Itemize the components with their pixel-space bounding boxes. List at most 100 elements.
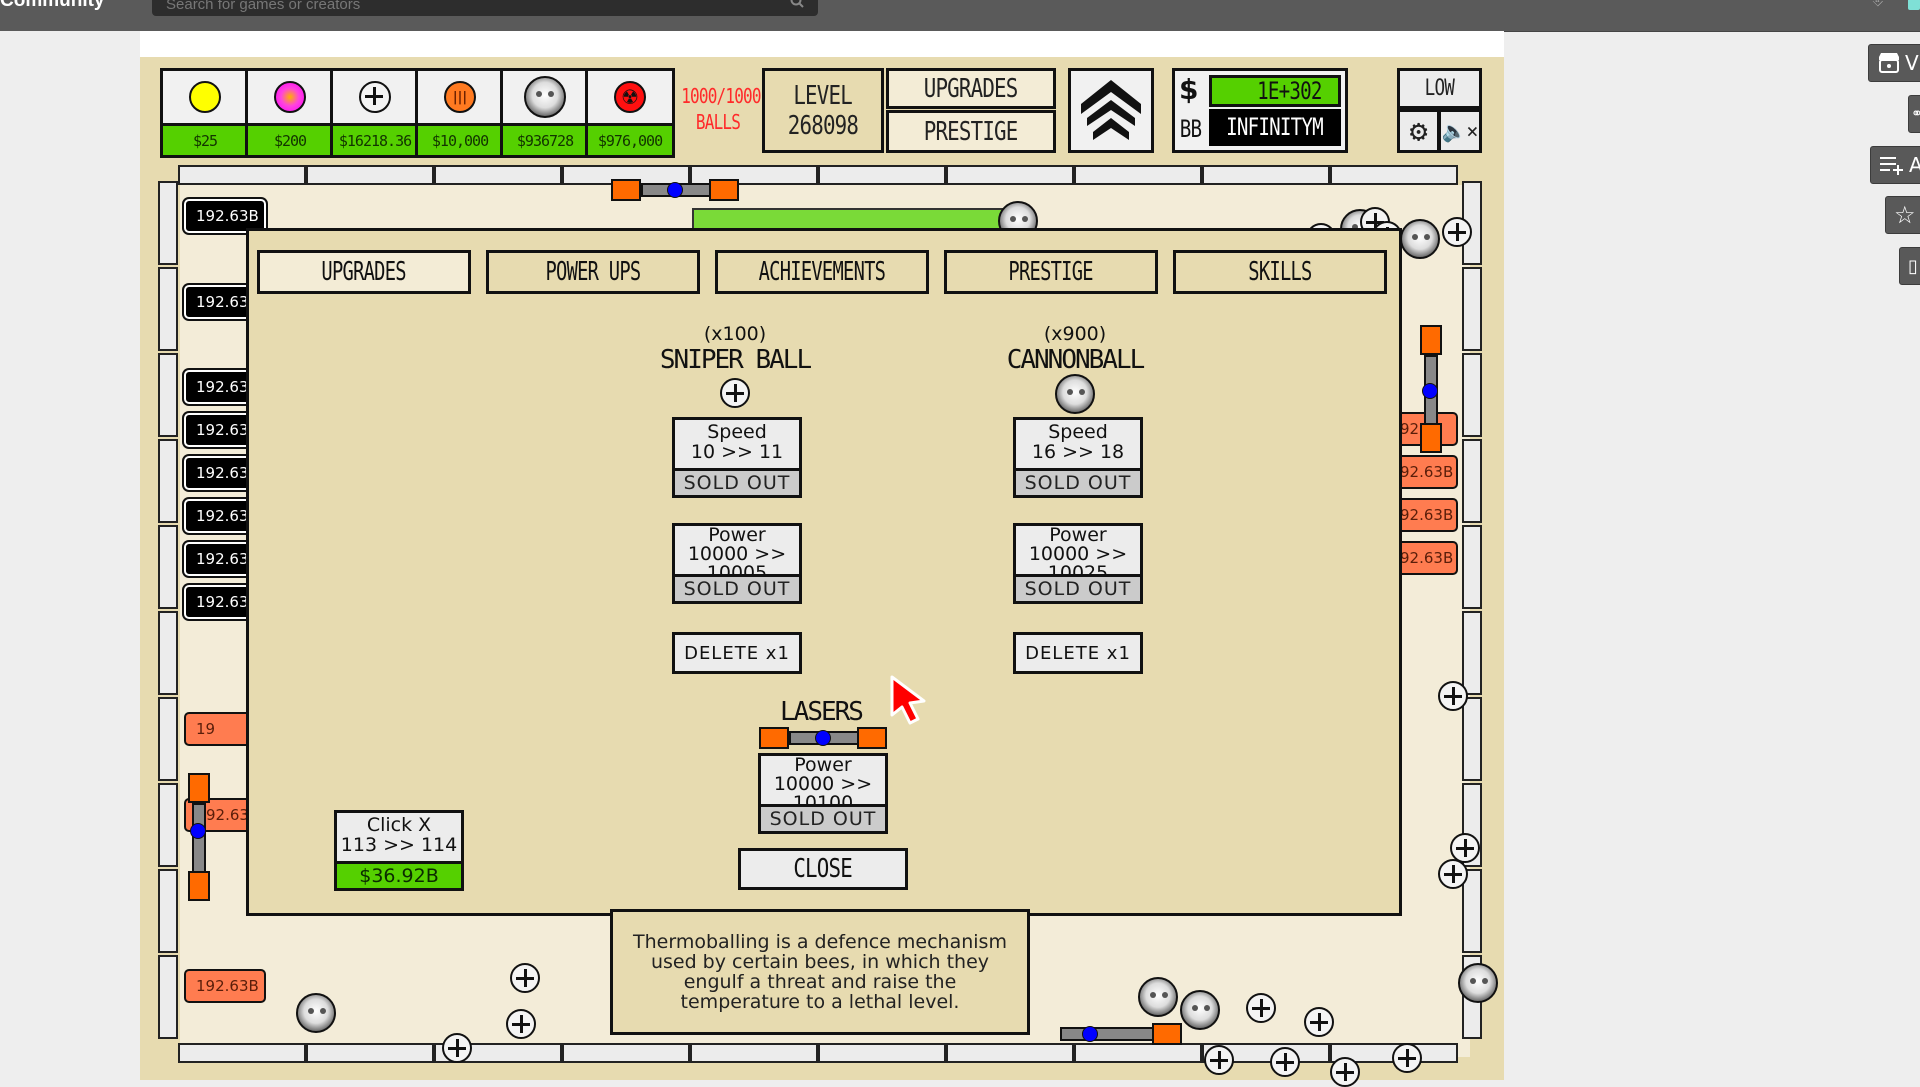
wall-brick <box>306 1043 434 1063</box>
cannonball-header: (x900) CANNONBALL <box>995 323 1155 375</box>
quality-toggle-button[interactable]: LOW <box>1397 68 1482 109</box>
site-brand-link[interactable]: Community <box>0 0 105 12</box>
brick-block[interactable]: 92.63B <box>1396 455 1458 489</box>
sold-out-label: SOLD OUT <box>675 468 799 495</box>
tab-skills[interactable]: SKILLS <box>1173 250 1387 294</box>
tab-prestige[interactable]: PRESTIGE <box>944 250 1158 294</box>
tab-label: ACHIEVEMENTS <box>758 257 886 287</box>
sniper-ball-header: (x100) SNIPER BALL <box>655 323 815 375</box>
page-margin-left <box>0 31 140 1080</box>
hud-buy-cannonball[interactable]: $936728 <box>500 68 590 158</box>
search-input[interactable]: Search for games or creators <box>152 0 818 16</box>
click-upgrade[interactable]: Click X 113 >> 114 $36.92B <box>334 810 464 891</box>
sniper-ball <box>1246 993 1276 1023</box>
tab-power-ups[interactable]: POWER UPS <box>486 250 700 294</box>
hud-price: $16218.36 <box>333 126 417 155</box>
bb-symbol-text: BB <box>1179 115 1202 143</box>
hud-price: $25 <box>163 126 247 155</box>
browser-top-bar: Community Search for games or creators ⎀ <box>0 0 1920 32</box>
sidebar-button-label: A <box>1909 153 1920 177</box>
cannonball <box>1458 963 1498 1003</box>
hud-icon-cell: ||| <box>418 71 502 123</box>
settings-button[interactable]: ⚙ <box>1397 109 1440 153</box>
hud-price: $936728 <box>503 126 587 155</box>
prestige-button[interactable]: PRESTIGE <box>886 110 1056 153</box>
tab-upgrades[interactable]: UPGRADES <box>257 250 471 294</box>
hud-buy-plasma-ball[interactable]: $200 <box>245 68 335 158</box>
speaker-muted-icon: 🔈× <box>1441 119 1479 143</box>
brick-block[interactable]: 192.63B <box>184 969 266 1003</box>
sidebar-button-user[interactable]: ⚭ <box>1908 95 1920 133</box>
wall-brick <box>1202 165 1330 185</box>
sniper-speed-upgrade[interactable]: Speed 10 >> 11 SOLD OUT <box>672 417 802 498</box>
hud-buy-basic-ball[interactable]: $25 <box>160 68 250 158</box>
upgrade-stat-value-next: 10025 <box>1047 562 1109 575</box>
hud-buy-sniper-ball[interactable]: $16218.36 <box>330 68 420 158</box>
wall-brick <box>946 1043 1074 1063</box>
cannon-power-upgrade[interactable]: Power 10000 >> 10025 SOLD OUT <box>1013 523 1143 604</box>
laser-emitter <box>1420 423 1442 453</box>
cannonball-icon <box>1055 374 1095 414</box>
notifications-icon[interactable]: ⎀ <box>1872 0 1894 10</box>
star-icon: ☆ <box>1894 201 1916 229</box>
wall-brick <box>158 783 178 867</box>
upgrade-stat-label: Speed <box>1048 421 1108 443</box>
cannonball <box>1138 977 1178 1017</box>
hud-price: $10,000 <box>418 126 502 155</box>
gear-icon: ⚙ <box>1409 113 1428 149</box>
brick-block[interactable]: 92.63B <box>1396 541 1458 575</box>
level-up-button[interactable] <box>1068 68 1154 153</box>
wall-brick <box>158 353 178 437</box>
wall-brick <box>158 439 178 523</box>
hud-buy-poison-ball[interactable]: ☢ $976,000 <box>585 68 675 158</box>
wall-brick <box>946 165 1074 185</box>
wall-brick <box>158 955 178 1039</box>
cannonball <box>296 993 336 1033</box>
bb-value-text: INFINITYM <box>1226 113 1324 141</box>
sniper-ball <box>1204 1045 1234 1075</box>
wall-brick <box>158 181 178 265</box>
sidebar-button-rate[interactable]: ☆ <box>1885 196 1920 234</box>
cannonball <box>1400 219 1440 259</box>
wall-brick <box>1462 353 1482 437</box>
cannon-speed-upgrade[interactable]: Speed 16 >> 18 SOLD OUT <box>1013 417 1143 498</box>
money-value: 1E+302 <box>1209 75 1341 107</box>
sidebar-button-devlog[interactable]: ▯ <box>1899 247 1920 285</box>
hud-icon-cell <box>503 71 587 123</box>
cannon-multiplier: (x900) <box>1043 323 1107 345</box>
hud-icon-cell: ☢ <box>588 71 672 123</box>
wall-brick <box>1462 525 1482 609</box>
sniper-ball <box>510 963 540 993</box>
hud-buy-scatter-ball[interactable]: ||| $10,000 <box>415 68 505 158</box>
cannon-delete-button[interactable]: DELETE x1 <box>1013 632 1143 674</box>
lasers-power-upgrade[interactable]: Power 10000 >> 10100 SOLD OUT <box>758 753 888 834</box>
tab-label: UPGRADES <box>321 257 407 287</box>
user-avatar[interactable] <box>1908 0 1920 10</box>
radioactive-ball-icon: ☢ <box>614 81 646 113</box>
laser-emitter <box>1152 1023 1182 1045</box>
game-canvas[interactable]: $25 $200 $16218.36 ||| $10,000 $936728 ☢… <box>140 57 1504 1087</box>
search-icon[interactable] <box>790 0 804 8</box>
sniper-power-upgrade[interactable]: Power 10000 >> 10005 SOLD OUT <box>672 523 802 604</box>
tab-achievements[interactable]: ACHIEVEMENTS <box>715 250 929 294</box>
prestige-button-label: PRESTIGE <box>924 116 1019 147</box>
sidebar-button-view-store[interactable]: V <box>1868 44 1920 82</box>
wall-brick <box>690 1043 818 1063</box>
laser-beam <box>192 803 206 875</box>
map-icon: ▯ <box>1908 255 1918 277</box>
click-upgrade-price: $36.92B <box>337 861 461 888</box>
sidebar-button-add-to-collection[interactable]: A <box>1870 146 1920 184</box>
sniper-delete-button[interactable]: DELETE x1 <box>672 632 802 674</box>
mute-button[interactable]: 🔈× <box>1438 109 1482 153</box>
cannonball <box>1180 990 1220 1030</box>
close-button[interactable]: CLOSE <box>738 848 908 890</box>
triple-chevron-up-icon <box>1081 79 1141 140</box>
wall-brick <box>818 165 946 185</box>
pink-ball-icon <box>274 81 306 113</box>
wall-brick <box>158 525 178 609</box>
level-label: LEVEL <box>793 80 853 111</box>
laser-node <box>1082 1026 1098 1042</box>
upgrades-button[interactable]: UPGRADES <box>886 68 1056 109</box>
laser-emitter <box>188 773 210 803</box>
brick-block[interactable]: 92.63B <box>1396 498 1458 532</box>
